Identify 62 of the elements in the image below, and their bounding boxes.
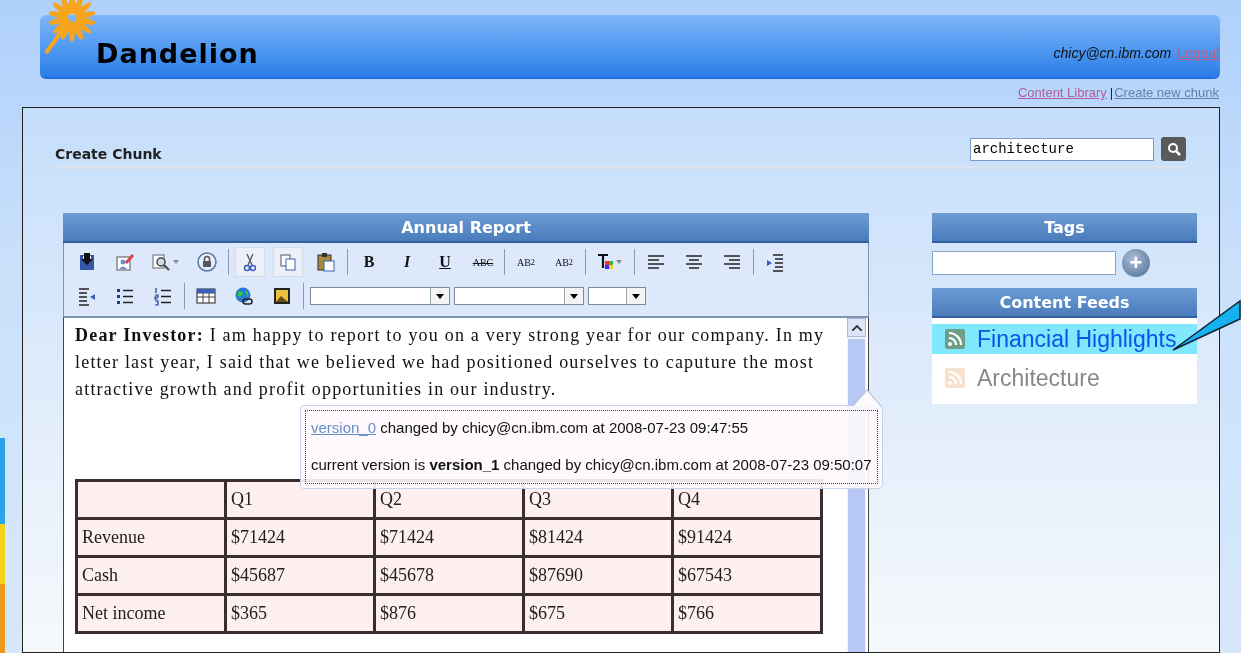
table-cell: $45687 xyxy=(225,556,375,595)
align-left-icon xyxy=(646,252,666,272)
indent-icon xyxy=(765,252,785,272)
scroll-up-button[interactable] xyxy=(847,318,866,337)
table-cell: $766 xyxy=(672,594,822,633)
feed-item[interactable]: Architecture xyxy=(932,363,1197,393)
logo-text: Dandelion xyxy=(96,37,259,69)
search-icon xyxy=(1166,142,1181,156)
numbered-list-icon xyxy=(153,286,173,306)
table-cell: $876 xyxy=(374,594,524,633)
table-cell: $71424 xyxy=(374,518,524,557)
align-right-icon xyxy=(722,252,742,272)
feed-item[interactable]: Financial Highlights xyxy=(932,324,1197,354)
table-cell: $45678 xyxy=(374,556,524,595)
table-cell: $91424 xyxy=(672,518,822,557)
copy-icon xyxy=(278,252,298,272)
version-history-text: version_0 changed by chicy@cn.ibm.com at 2008-07-23 09:47:55 xyxy=(311,419,750,436)
link-separator: | xyxy=(1109,85,1114,102)
magnifier-caret-icon xyxy=(152,252,180,272)
align-center-icon xyxy=(684,252,704,272)
table-cell: $71424 xyxy=(225,518,375,557)
table-cell: Revenue xyxy=(76,518,226,557)
table-cell: Cash xyxy=(76,556,226,595)
editor-title: Annual Report xyxy=(63,213,869,243)
dropdown-field[interactable] xyxy=(310,287,450,305)
user-email: chicy@cn.ibm.com xyxy=(1053,45,1172,61)
picture-icon xyxy=(272,286,292,306)
caret-icon xyxy=(632,293,640,299)
person-pencil-icon xyxy=(115,252,135,272)
current-version-text: current version is version_1 changed by chicy@cn.ibm.com at 2008-07-23 09:50:07 xyxy=(311,456,872,473)
caret-icon xyxy=(436,293,444,299)
table-cell: $81424 xyxy=(523,518,673,557)
table-icon xyxy=(196,286,216,306)
toolbar-button[interactable]: U xyxy=(430,247,460,277)
rss-feed-icon xyxy=(945,329,965,349)
globe-link-icon xyxy=(234,286,254,306)
rss-feed-icon xyxy=(945,368,965,388)
clipboard-icon xyxy=(316,252,336,272)
outdent-icon xyxy=(77,286,97,306)
tag-input-field[interactable] xyxy=(932,251,1116,275)
chevron-up-icon xyxy=(851,324,862,331)
table-cell: $675 xyxy=(523,594,673,633)
letter-paragraph: Dear Investor: I am happy to report to you on a very strong year for our company. In my letter last year, I said that we believed we had positioned ourselves to caputure the most attractive growth and profit opportunities in our industry. xyxy=(75,324,826,401)
toolbar-button[interactable]: ABC xyxy=(468,247,498,277)
table-cell: $87690 xyxy=(523,556,673,595)
search-field[interactable]: architecture xyxy=(970,137,1154,161)
page-title: Create Chunk xyxy=(55,146,163,162)
search-button[interactable] xyxy=(1161,137,1186,161)
toolbar-button[interactable]: I xyxy=(392,247,422,277)
tags-title: Tags xyxy=(932,213,1197,243)
table-cell: Net income xyxy=(76,594,226,633)
save-icon xyxy=(77,252,97,272)
table-cell: $365 xyxy=(225,594,375,633)
padlock-icon xyxy=(197,252,217,272)
bullet-list-icon xyxy=(115,286,135,306)
text-color-caret-icon xyxy=(596,252,624,272)
caret-icon xyxy=(570,293,578,299)
dropdown-field[interactable] xyxy=(588,287,646,305)
table-cell: $67543 xyxy=(672,556,822,595)
toolbar-button[interactable]: B xyxy=(354,247,384,277)
dropdown-field[interactable] xyxy=(454,287,584,305)
content-feeds-title: Content Feeds xyxy=(932,288,1197,318)
